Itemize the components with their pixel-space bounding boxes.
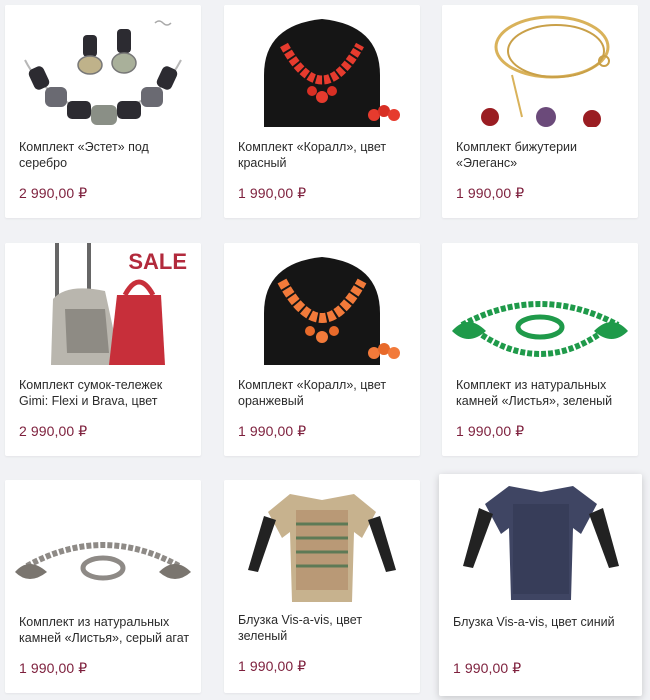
coral-necklace-icon bbox=[224, 5, 420, 127]
product-image[interactable] bbox=[224, 243, 420, 365]
product-title[interactable]: Комплект бижутерии «Элеганс» bbox=[456, 139, 628, 171]
product-image[interactable] bbox=[5, 480, 201, 602]
product-image[interactable] bbox=[5, 5, 201, 127]
stone-necklace-icon bbox=[5, 480, 201, 602]
product-card-estet-set[interactable]: Комплект «Эстет» под серебро 2 990,00 ₽ bbox=[5, 5, 201, 218]
product-title[interactable]: Блузка Vis-a-vis, цвет зеленый bbox=[238, 612, 410, 644]
necklace-earrings-icon bbox=[5, 5, 201, 127]
sale-badge: SALE bbox=[128, 249, 187, 274]
product-price: 1 990,00 ₽ bbox=[19, 660, 88, 676]
product-price: 1 990,00 ₽ bbox=[238, 658, 307, 674]
product-card-blouse-blue[interactable]: Блузка Vis-a-vis, цвет синий 1 990,00 ₽ bbox=[439, 474, 642, 696]
product-price: 1 990,00 ₽ bbox=[456, 185, 525, 201]
product-card-coral-orange[interactable]: Комплект «Коралл», цвет оранжевый 1 990,… bbox=[224, 243, 420, 456]
product-price: 1 990,00 ₽ bbox=[456, 423, 525, 439]
product-card-leaves-green[interactable]: Комплект из натуральных камней «Листья»,… bbox=[442, 243, 638, 456]
product-image[interactable] bbox=[442, 243, 638, 365]
product-price: 2 990,00 ₽ bbox=[19, 185, 88, 201]
product-title[interactable]: Комплект сумок-тележек Gimi: Flexi и Bra… bbox=[19, 377, 191, 409]
product-price: 2 990,00 ₽ bbox=[19, 423, 88, 439]
product-title[interactable]: Комплект «Коралл», цвет красный bbox=[238, 139, 410, 171]
product-image[interactable] bbox=[224, 5, 420, 127]
product-card-gimi-trolleys[interactable]: SALE Комплект сумок-тележек Gimi: Flexi … bbox=[5, 243, 201, 456]
product-card-coral-red[interactable]: Комплект «Коралл», цвет красный 1 990,00… bbox=[224, 5, 420, 218]
product-title[interactable]: Блузка Vis-a-vis, цвет синий bbox=[453, 614, 632, 630]
stone-necklace-icon bbox=[442, 243, 638, 365]
coral-necklace-icon bbox=[224, 243, 420, 365]
product-title[interactable]: Комплект из натуральных камней «Листья»,… bbox=[456, 377, 628, 409]
product-price: 1 990,00 ₽ bbox=[238, 423, 307, 439]
gold-chain-icon bbox=[442, 5, 638, 127]
product-card-blouse-green[interactable]: Блузка Vis-a-vis, цвет зеленый 1 990,00 … bbox=[224, 480, 420, 693]
product-price: 1 990,00 ₽ bbox=[453, 660, 522, 676]
product-title[interactable]: Комплект «Коралл», цвет оранжевый bbox=[238, 377, 410, 409]
product-title[interactable]: Комплект из натуральных камней «Листья»,… bbox=[19, 614, 191, 646]
product-price: 1 990,00 ₽ bbox=[238, 185, 307, 201]
product-image[interactable] bbox=[442, 5, 638, 127]
blouse-icon bbox=[224, 480, 420, 602]
blouse-icon bbox=[439, 474, 642, 600]
product-card-elegans[interactable]: Комплект бижутерии «Элеганс» 1 990,00 ₽ bbox=[442, 5, 638, 218]
product-image[interactable] bbox=[439, 474, 642, 600]
product-image[interactable] bbox=[224, 480, 420, 602]
product-card-leaves-grey[interactable]: Комплект из натуральных камней «Листья»,… bbox=[5, 480, 201, 693]
product-title[interactable]: Комплект «Эстет» под серебро bbox=[19, 139, 191, 171]
